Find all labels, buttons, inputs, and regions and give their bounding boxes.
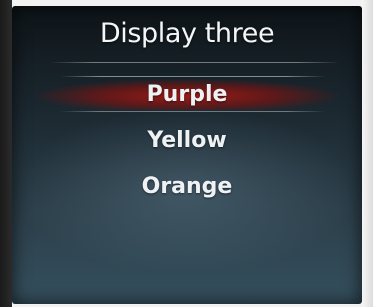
background-surface: [362, 0, 373, 307]
selection-top-divider: [60, 76, 326, 77]
device-bezel: [0, 0, 12, 307]
menu-item-purple[interactable]: Purple: [12, 79, 362, 110]
menu-title: Display three: [99, 18, 275, 49]
menu-item-orange[interactable]: Orange: [12, 174, 362, 199]
title-divider: [50, 62, 340, 63]
menu-item-yellow[interactable]: Yellow: [12, 128, 362, 153]
display-screen: Display three Purple Yellow Orange: [12, 6, 362, 304]
selection-bottom-divider: [60, 111, 326, 112]
